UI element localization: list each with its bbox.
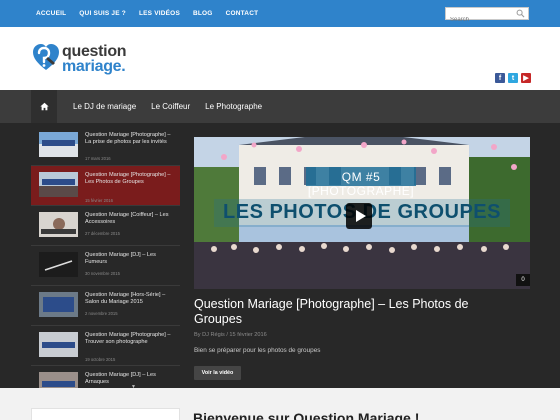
featured-video[interactable]: QM #5 [PHOTOGRAPHE] LES PHOTOS DE GROUPE… — [194, 137, 530, 289]
search-icon[interactable] — [516, 9, 525, 18]
home-button[interactable] — [31, 90, 57, 123]
video-list-date: 15 février 2016 — [85, 198, 113, 203]
video-list-item[interactable]: Question Mariage [DJ] – Les Fumeurs 30 n… — [31, 246, 180, 286]
home-icon — [39, 102, 49, 111]
main-nav: Le DJ de mariage Le Coiffeur Le Photogra… — [0, 90, 560, 123]
site-header: question mariage. f t ▶ — [0, 27, 560, 90]
search-box — [445, 7, 529, 26]
sidebar-widget — [31, 408, 180, 420]
top-nav-contact[interactable]: CONTACT — [226, 10, 259, 17]
comment-count-badge[interactable]: 0 — [516, 274, 530, 286]
nav-item-photographe[interactable]: Le Photographe — [205, 102, 262, 111]
page-bottom: Bienvenue sur Question Mariage ! — [0, 388, 560, 420]
video-list-title: Question Mariage [Photographe] – Les Pho… — [85, 172, 171, 185]
video-list-title: Question Mariage [Hors-Série] – Salon du… — [85, 292, 166, 305]
featured-area: Question Mariage [Photographe] – La pris… — [0, 123, 560, 388]
video-list-title: Question Mariage [DJ] – Les Fumeurs — [85, 252, 156, 265]
video-list-date: 19 octobre 2015 — [85, 357, 116, 362]
video-thumbnail[interactable] — [39, 332, 78, 357]
video-list-date: 17 mars 2016 — [85, 156, 111, 161]
video-list-date: 30 novembre 2015 — [85, 271, 120, 276]
welcome-heading: Bienvenue sur Question Mariage ! — [193, 410, 420, 420]
top-bar: ACCUEIL QUI SUIS JE ? LES VIDÉOS BLOG CO… — [0, 0, 560, 27]
video-thumbnail[interactable] — [39, 132, 78, 157]
video-thumbnail[interactable] — [39, 172, 78, 197]
featured-overlay-label: QM #5 [PHOTOGRAPHE] — [307, 170, 415, 198]
top-nav-accueil[interactable]: ACCUEIL — [36, 10, 66, 17]
youtube-icon[interactable]: ▶ — [521, 73, 531, 83]
play-icon — [356, 210, 366, 222]
facebook-icon[interactable]: f — [495, 73, 505, 83]
video-list-date: 27 décembre 2015 — [85, 231, 120, 236]
logo-text-mariage: mariage. — [62, 58, 126, 75]
video-thumbnail[interactable] — [39, 212, 78, 237]
watch-video-button[interactable]: Voir la vidéo — [194, 366, 241, 380]
video-thumbnail[interactable] — [39, 252, 78, 277]
video-list-item[interactable]: Question Mariage [Hors-Série] – Salon du… — [31, 286, 180, 326]
video-list-item-active[interactable]: Question Mariage [Photographe] – Les Pho… — [31, 166, 180, 206]
top-nav-qui-suis-je[interactable]: QUI SUIS JE ? — [79, 10, 126, 17]
top-nav-blog[interactable]: BLOG — [193, 10, 213, 17]
video-list-item[interactable]: Question Mariage [Coiffeur] – Les Access… — [31, 206, 180, 246]
top-nav: ACCUEIL QUI SUIS JE ? LES VIDÉOS BLOG CO… — [36, 0, 258, 27]
nav-item-dj[interactable]: Le DJ de mariage — [73, 102, 136, 111]
video-thumbnail[interactable] — [39, 372, 78, 388]
twitter-icon[interactable]: t — [508, 73, 518, 83]
play-button[interactable] — [346, 203, 372, 229]
site-logo[interactable]: question mariage. — [32, 41, 132, 77]
video-list: Question Mariage [Photographe] – La pris… — [31, 126, 180, 388]
video-list-item[interactable]: Question Mariage [Photographe] – La pris… — [31, 126, 180, 166]
video-list-item[interactable]: Question Mariage [Photographe] – Trouver… — [31, 326, 180, 366]
featured-meta: By DJ Régis / 15 février 2016 — [194, 332, 267, 338]
featured-excerpt: Bien se préparer pour les photos de grou… — [194, 347, 321, 354]
video-list-date: 2 novembre 2015 — [85, 311, 118, 316]
video-list-title: Question Mariage [Coiffeur] – Les Access… — [85, 212, 169, 225]
video-thumbnail[interactable] — [39, 292, 78, 317]
video-list-title: Question Mariage [Photographe] – La pris… — [85, 132, 171, 145]
featured-title[interactable]: Question Mariage [Photographe] – Les Pho… — [194, 297, 514, 327]
social-links: f t ▶ — [495, 73, 531, 83]
nav-item-coiffeur[interactable]: Le Coiffeur — [151, 102, 190, 111]
video-list-item[interactable]: Question Mariage [DJ] – Les Arnaques — [31, 366, 180, 388]
search-input[interactable] — [446, 14, 514, 26]
heart-logo-icon — [33, 44, 59, 70]
video-list-title: Question Mariage [Photographe] – Trouver… — [85, 332, 171, 345]
top-nav-videos[interactable]: LES VIDÉOS — [139, 10, 180, 17]
